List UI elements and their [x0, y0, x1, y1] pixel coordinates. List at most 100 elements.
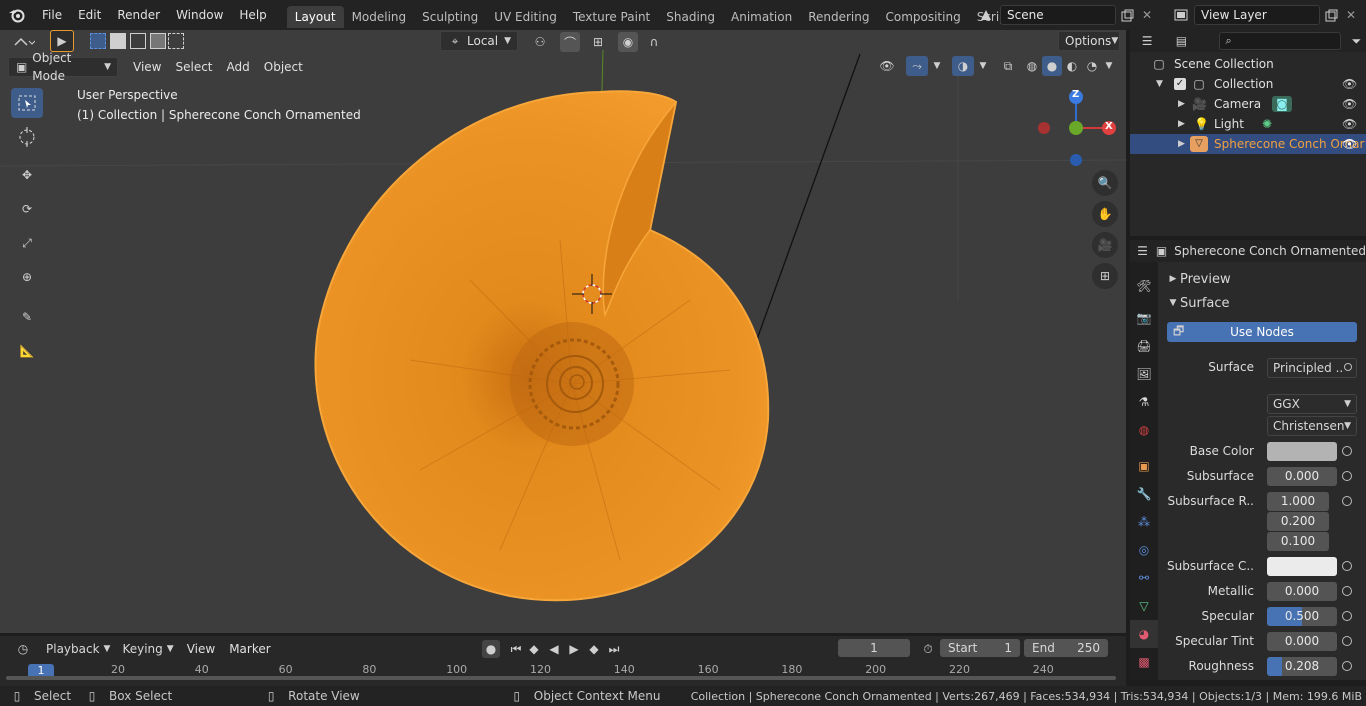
particles-tab-icon[interactable]: ⁂: [1130, 508, 1158, 536]
proportional-edit-icon[interactable]: ◉: [618, 32, 638, 52]
menu-file[interactable]: File: [34, 0, 70, 30]
pan-hand-icon[interactable]: ✋: [1092, 201, 1118, 227]
roughness-slider[interactable]: 0.208: [1267, 657, 1337, 676]
select-mode-extend-icon[interactable]: [110, 33, 126, 49]
subsurface-field[interactable]: 0.000: [1267, 467, 1337, 486]
subsurface-radius-x-field[interactable]: 1.000: [1267, 492, 1329, 511]
timeline-editor-type-icon[interactable]: ◷: [6, 639, 40, 659]
viewport-menu-add[interactable]: Add: [220, 57, 257, 77]
light-data-icon[interactable]: ✺: [1262, 114, 1272, 134]
select-mode-new-icon[interactable]: [90, 33, 106, 49]
base-color-swatch[interactable]: [1267, 442, 1337, 461]
expand-arrow-icon[interactable]: ▼: [1156, 74, 1163, 94]
material-shading-icon[interactable]: ◐: [1062, 56, 1082, 76]
scene-tab-icon[interactable]: ⚗: [1130, 388, 1158, 416]
delete-scene-icon[interactable]: ✕: [1138, 5, 1156, 25]
play-icon[interactable]: ▶: [566, 642, 582, 656]
tab-sculpting[interactable]: Sculpting: [414, 6, 486, 28]
tab-shading[interactable]: Shading: [658, 6, 723, 28]
tool-scale[interactable]: ⤢: [11, 228, 43, 258]
chevron-down-icon[interactable]: ▼: [930, 56, 944, 76]
tool-cursor[interactable]: [11, 122, 43, 152]
falloff-icon[interactable]: ∩: [640, 32, 668, 52]
start-frame-field[interactable]: Start 1: [940, 639, 1020, 657]
playback-menu[interactable]: Playback ▼: [40, 639, 116, 659]
record-icon[interactable]: ●: [482, 640, 500, 658]
scene-name-field[interactable]: Scene: [1000, 5, 1116, 25]
outliner-row-collection[interactable]: ▼ ✓ ▢ Collection 👁: [1130, 74, 1366, 94]
jump-end-icon[interactable]: ⏭: [606, 642, 622, 657]
camera-data-icon[interactable]: ◙: [1272, 96, 1292, 112]
menu-render[interactable]: Render: [109, 0, 168, 30]
next-keyframe-icon[interactable]: ◆: [586, 642, 602, 656]
copy-scene-icon[interactable]: [1116, 5, 1138, 25]
select-mode-invert-icon[interactable]: [150, 33, 166, 49]
keying-menu[interactable]: Keying ▼: [116, 639, 179, 659]
blender-logo-icon[interactable]: [0, 0, 34, 30]
use-nodes-button[interactable]: 🗗 Use Nodes: [1167, 322, 1357, 342]
gizmo-toggle-icon[interactable]: ⤳: [906, 56, 928, 76]
view-layer-icon[interactable]: [1168, 5, 1194, 25]
eye-icon[interactable]: 👁: [1342, 114, 1357, 134]
tool-transform[interactable]: ⊕: [11, 262, 43, 292]
xray-toggle-icon[interactable]: ⧉: [998, 56, 1018, 76]
3d-viewport[interactable]: Z X ▶ ⌖ Local ▼ ⚇ ⌒ ⊞ ◉ ∩ Options ▼ ▣ Ob…: [0, 30, 1126, 633]
modifier-tab-icon[interactable]: 🔧: [1130, 480, 1158, 508]
tab-animation[interactable]: Animation: [723, 6, 800, 28]
options-dropdown[interactable]: Options ▼: [1058, 31, 1120, 51]
menu-window[interactable]: Window: [168, 0, 231, 30]
tab-layout[interactable]: Layout: [286, 6, 344, 28]
expand-arrow-icon[interactable]: ▶: [1178, 114, 1185, 134]
outliner-row-light[interactable]: ▶ 💡 Light ✺ 👁: [1130, 114, 1366, 134]
snap-target-icon[interactable]: ⊞: [584, 32, 612, 52]
eye-icon[interactable]: 👁: [1342, 134, 1357, 154]
timeline-menu-view[interactable]: View: [180, 639, 222, 659]
outliner-row-spherecone[interactable]: ▶ ▽ Spherecone Conch Ornar 👁: [1130, 134, 1366, 154]
conch-shell-object[interactable]: [314, 90, 770, 602]
copy-view-layer-icon[interactable]: [1320, 5, 1342, 25]
tab-uv-editing[interactable]: UV Editing: [486, 6, 565, 28]
tool-tab-icon[interactable]: 🛠: [1130, 272, 1158, 300]
delete-view-layer-icon[interactable]: ✕: [1342, 5, 1360, 25]
constraints-tab-icon[interactable]: ⚯: [1130, 564, 1158, 592]
menu-edit[interactable]: Edit: [70, 0, 109, 30]
tool-measure[interactable]: 📐: [11, 336, 43, 366]
end-frame-field[interactable]: End 250: [1024, 639, 1108, 657]
transform-orientation-dropdown[interactable]: ⌖ Local ▼: [440, 31, 518, 51]
outliner-row-camera[interactable]: ▶ 🎥 Camera ◙ 👁: [1130, 94, 1366, 114]
select-mode-subtract-icon[interactable]: [130, 33, 146, 49]
stopwatch-icon[interactable]: ⏱: [918, 642, 938, 657]
chevron-down-icon[interactable]: ▼: [1102, 56, 1116, 76]
preview-panel-header[interactable]: ▶ Preview: [1166, 270, 1231, 288]
viewport-menu-select[interactable]: Select: [168, 57, 219, 77]
view-layer-tab-icon[interactable]: 🖼: [1130, 360, 1158, 388]
mode-dropdown[interactable]: ▣ Object Mode ▼: [8, 51, 118, 83]
select-mode-intersect-icon[interactable]: [168, 33, 184, 49]
zoom-icon[interactable]: 🔍: [1092, 170, 1118, 196]
tool-move[interactable]: ✥: [11, 160, 43, 190]
surface-shader-field[interactable]: Principled ..: [1267, 358, 1357, 378]
subsurface-radius-z-field[interactable]: 0.100: [1267, 532, 1329, 551]
expand-arrow-icon[interactable]: ▶: [1178, 94, 1185, 114]
outliner-row-scene-collection[interactable]: ▢ Scene Collection: [1130, 54, 1366, 74]
link-socket-icon[interactable]: [1342, 636, 1352, 646]
subsurface-radius-y-field[interactable]: 0.200: [1267, 512, 1329, 531]
viewport-menu-view[interactable]: View: [126, 57, 168, 77]
physics-tab-icon[interactable]: ◎: [1130, 536, 1158, 564]
chevron-down-icon[interactable]: ▼: [976, 56, 990, 76]
link-socket-icon[interactable]: [1342, 611, 1352, 621]
outliner-search-input[interactable]: ⌕: [1218, 32, 1341, 50]
eye-icon[interactable]: 👁: [1342, 94, 1357, 114]
tool-annotate[interactable]: ✎: [11, 302, 43, 332]
tool-rotate[interactable]: ⟳: [11, 194, 43, 224]
tool-select-box[interactable]: [11, 88, 43, 118]
tab-compositing[interactable]: Compositing: [877, 6, 968, 28]
surface-panel-header[interactable]: ▼ Surface: [1166, 294, 1230, 312]
distribution-dropdown[interactable]: GGX ▼: [1267, 394, 1357, 414]
tab-texture-paint[interactable]: Texture Paint: [565, 6, 658, 28]
outliner-editor-type-icon[interactable]: ☰: [1130, 31, 1164, 51]
camera-view-icon[interactable]: 🎥: [1092, 232, 1118, 258]
specular-tint-field[interactable]: 0.000: [1267, 632, 1337, 651]
snap-toggle-icon[interactable]: ⌒: [560, 32, 580, 52]
link-socket-icon[interactable]: [1342, 471, 1352, 481]
